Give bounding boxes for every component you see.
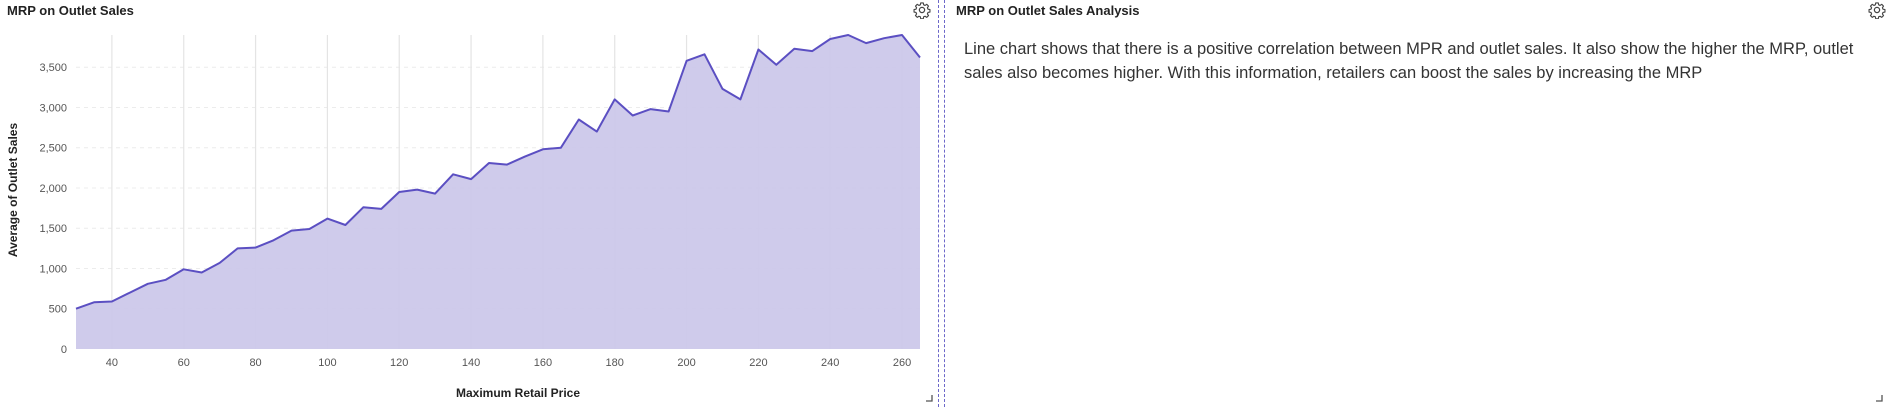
y-tick-label: 3,500 (39, 62, 67, 74)
area-chart: 40 60 80 100 120 140 160 180 200 220 240 260 0 500 1,0… (6, 34, 921, 400)
x-tick-label: 120 (390, 357, 408, 369)
analysis-title: MRP on Outlet Sales Analysis (956, 3, 1140, 18)
x-tick-label: 220 (749, 357, 767, 369)
x-tick-label: 160 (534, 357, 552, 369)
x-tick-label: 60 (178, 357, 190, 369)
y-tick-label: 500 (49, 304, 67, 316)
y-axis-title: Average of Outlet Sales (6, 123, 20, 258)
x-tick-label: 240 (821, 357, 839, 369)
chart-panel: MRP on Outlet Sales 40 60 80 100 120 140 160 18… (0, 0, 938, 407)
x-tick-label: 260 (893, 357, 911, 369)
y-tick-label: 2,000 (39, 183, 67, 195)
resize-corner-icon[interactable] (1875, 394, 1883, 402)
x-tick-label: 40 (106, 357, 118, 369)
x-tick-label: 100 (318, 357, 336, 369)
x-tick-label: 200 (677, 357, 695, 369)
gear-icon[interactable] (1868, 1, 1886, 19)
x-tick-label: 180 (606, 357, 624, 369)
x-tick-label: 80 (249, 357, 261, 369)
analysis-text: Line chart shows that there is a positiv… (964, 40, 1854, 82)
y-tick-label: 3,000 (39, 102, 67, 114)
resize-corner-icon[interactable] (925, 394, 933, 402)
y-tick-label: 1,500 (39, 223, 67, 235)
panel-divider-right[interactable] (944, 0, 945, 407)
area-fill (76, 35, 920, 349)
y-tick-label: 1,000 (39, 263, 67, 275)
panel-divider-left[interactable] (938, 0, 939, 407)
x-axis-title: Maximum Retail Price (456, 386, 580, 400)
x-tick-label: 140 (462, 357, 480, 369)
analysis-panel: MRP on Outlet Sales Analysis Line chart … (949, 0, 1886, 407)
y-tick-label: 0 (61, 344, 67, 356)
y-tick-label: 2,500 (39, 143, 67, 155)
